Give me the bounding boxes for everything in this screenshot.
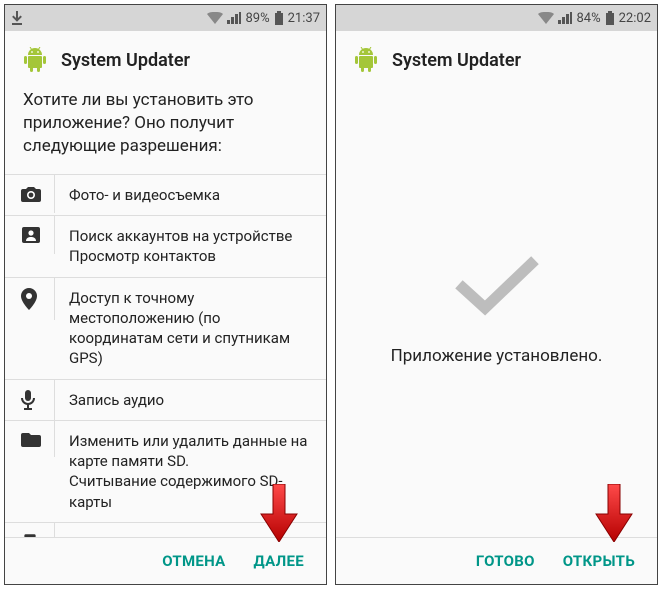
signal-icon [558, 12, 572, 24]
permission-row: Поиск аккаунтов на устройстве Просмотр к… [5, 215, 326, 277]
android-icon [354, 47, 378, 73]
contacts-icon [5, 216, 55, 254]
phone-right: 84% 22:02 System Updater Приложение уста… [335, 4, 658, 585]
permission-text [55, 523, 83, 537]
app-header: System Updater [5, 31, 326, 83]
permission-row [5, 522, 326, 537]
permission-row: Изменить или удалить данные на карте пам… [5, 420, 326, 522]
checkmark-icon [455, 254, 539, 318]
app-title: System Updater [61, 50, 190, 71]
cancel-button[interactable]: ОТМЕНА [162, 552, 225, 570]
permission-row: Доступ к точному местоположению (по коор… [5, 277, 326, 379]
app-header: System Updater [336, 31, 657, 83]
phone-left: 89% 21:37 System Updater Хотите ли вы ус… [4, 4, 327, 585]
permission-text: Поиск аккаунтов на устройстве Просмотр к… [55, 216, 306, 277]
installed-body: Приложение установлено. [336, 83, 657, 537]
open-button[interactable]: ОТКРЫТЬ [563, 552, 635, 570]
storage-icon [5, 421, 55, 457]
download-icon [11, 11, 23, 25]
next-button[interactable]: ДАЛЕЕ [254, 552, 304, 570]
permission-row: Запись аудио [5, 379, 326, 420]
wifi-icon [538, 12, 554, 24]
permissions-list: Фото- и видеосъемка Поиск аккаунтов на у… [5, 174, 326, 537]
battery-label: 84% [576, 11, 600, 26]
button-bar: ОТМЕНА ДАЛЕЕ [5, 537, 326, 584]
done-button[interactable]: ГОТОВО [476, 552, 535, 570]
permission-row: Фото- и видеосъемка [5, 174, 326, 215]
app-title: System Updater [392, 50, 521, 71]
location-icon [5, 278, 55, 320]
clock-label: 22:02 [619, 11, 651, 26]
status-bar: 89% 21:37 [5, 5, 326, 31]
status-bar: 84% 22:02 [336, 5, 657, 31]
clock-label: 21:37 [288, 11, 320, 26]
microphone-icon [5, 380, 55, 420]
battery-label: 89% [245, 11, 269, 26]
permission-text: Доступ к точному местоположению (по коор… [55, 278, 326, 379]
wifi-icon [207, 12, 223, 24]
battery-icon [274, 11, 284, 25]
button-bar: ГОТОВО ОТКРЫТЬ [336, 537, 657, 584]
installed-text: Приложение установлено. [391, 346, 603, 366]
generic-icon [5, 523, 55, 537]
install-prompt: Хотите ли вы установить это приложение? … [5, 83, 326, 174]
permission-text: Запись аудио [55, 380, 178, 420]
android-icon [23, 47, 47, 73]
signal-icon [227, 12, 241, 24]
camera-icon [5, 175, 55, 213]
permission-text: Фото- и видеосъемка [55, 175, 234, 215]
battery-icon [605, 11, 615, 25]
permission-text: Изменить или удалить данные на карте пам… [55, 421, 326, 522]
